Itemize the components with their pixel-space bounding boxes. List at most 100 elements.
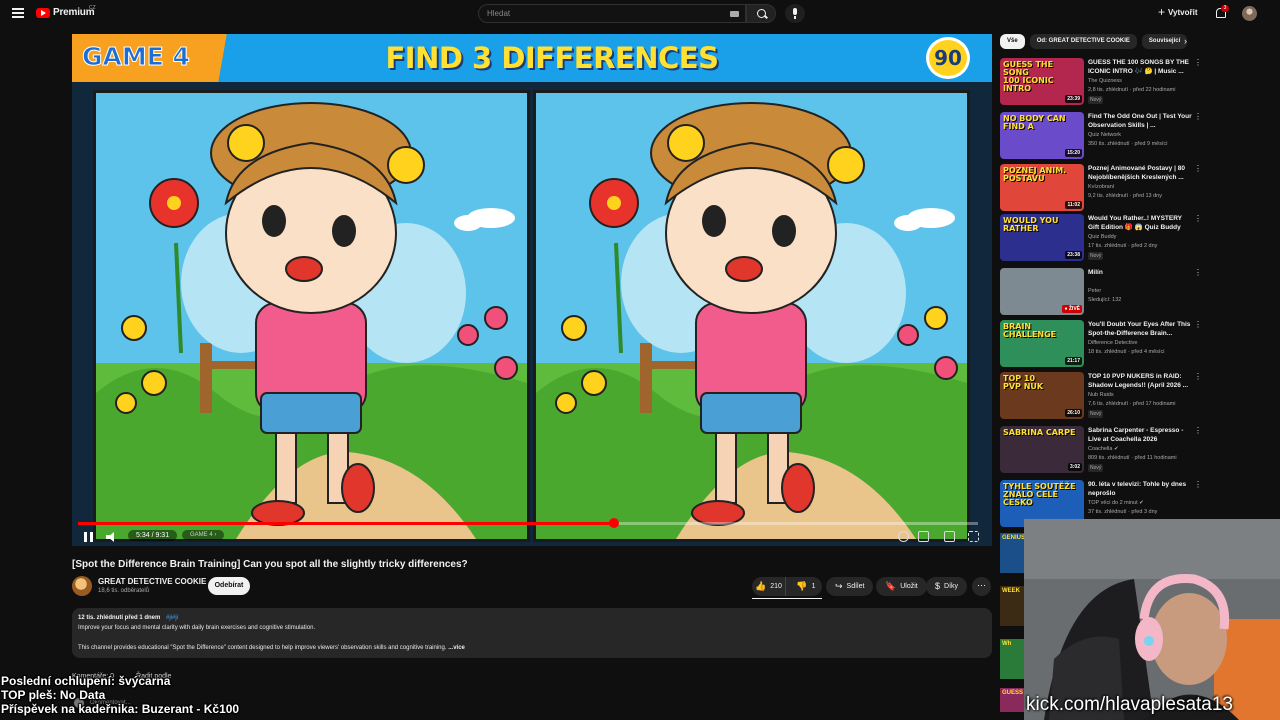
list-item[interactable]: GUESS [1000,688,1024,712]
channel-name[interactable]: Peter [1088,288,1101,294]
video-title-link[interactable]: 90. léta v televizi: Tohle by dnes nepro… [1088,480,1192,498]
chip-related[interactable]: Související [1141,34,1188,49]
list-item[interactable]: POZNEJ ANIM. POSTAVU 11:02 Poznej Animovan… [1000,164,1202,214]
thanks-label: Díky [944,583,959,590]
video-thumbnail[interactable]: WOULD YOU RATHER 23:38 [1000,214,1084,261]
video-thumbnail[interactable]: GUESS THE SONG 100 ICONIC INTRO 23:39 [1000,58,1084,105]
video-title-link[interactable]: Sabrina Carpenter - Espresso - Live at C… [1088,426,1192,444]
list-item[interactable]: WOULD YOU RATHER 23:38 Would You Rather..!… [1000,214,1202,264]
search-button[interactable] [746,4,776,23]
more-options-icon[interactable]: ⋮ [1194,268,1202,277]
youtube-logo[interactable]: Premium [36,7,95,18]
search-input[interactable]: Hledat [478,4,746,23]
channel-name[interactable]: GREAT DETECTIVE COOKIE [98,577,206,586]
plus-icon: + [1158,5,1166,19]
video-meta: 37 tis. zhlédnutí · před 3 dny [1088,509,1158,515]
chip-all[interactable]: Vše [1000,34,1025,49]
chip-from-channel[interactable]: Od: GREAT DETECTIVE COOKIE [1029,34,1137,49]
list-item[interactable]: Wh [1000,639,1024,679]
new-badge: Nový [1088,410,1104,418]
thumbnail-text: TYHLE SOUTĚŽE ZNALO CELÉ ČESKO [1003,482,1076,507]
channel-name[interactable]: Quiz Buddy [1088,234,1116,240]
channel-name[interactable]: Coachella ✔ [1088,446,1119,452]
channel-avatar[interactable] [72,576,92,596]
list-item[interactable]: WEEK [1000,586,1024,626]
dislike-button[interactable]: 👎 1 [790,582,822,591]
more-options-icon[interactable]: ⋮ [1194,320,1202,329]
more-options-icon[interactable]: ⋮ [1194,372,1202,381]
video-title-link[interactable]: Find The Odd One Out | Test Your Observa… [1088,112,1192,130]
channel-name[interactable]: The Quizness [1088,78,1122,84]
more-options-icon[interactable]: ⋮ [1194,58,1202,67]
chevron-right-icon[interactable]: › [1184,36,1187,46]
like-count: 210 [770,583,782,590]
description-box[interactable]: 12 tis. zhlédnutí před 1 dnem #ji#ji Imp… [72,608,992,658]
channel-name[interactable]: Quiz Network [1088,132,1121,138]
volume-icon[interactable] [106,532,118,542]
share-button[interactable]: ↪ Sdílet [826,577,874,596]
list-item[interactable]: GENIUS [1000,533,1024,573]
keyboard-icon[interactable] [730,11,739,17]
channel-name[interactable]: TOP věci do 2 minut ✔ [1088,500,1144,506]
description-hashtag[interactable]: #ji#ji [166,615,178,621]
more-actions-button[interactable]: ⋯ [972,577,991,596]
video-title-link[interactable]: TOP 10 PVP NUKERS in RAID: Shadow Legend… [1088,372,1192,390]
video-thumbnail[interactable]: BRAIN CHALLENGE 21:17 [1000,320,1084,367]
theater-mode-icon[interactable] [944,531,955,542]
save-button[interactable]: 🔖 Uložit [876,577,927,596]
more-options-icon[interactable]: ⋮ [1194,426,1202,435]
list-item[interactable]: GUESS THE SONG 100 ICONIC INTRO 23:39 GUES… [1000,58,1202,108]
overlay-line: Příspěvek na kadeřnika: Buzerant - Kč100 [1,702,240,716]
list-item[interactable]: SABRINA CARPE 3:02 Sabrina Carpenter - Esp… [1000,426,1202,476]
video-title-link[interactable]: You'll Doubt Your Eyes After This Spot-t… [1088,320,1192,338]
more-options-icon[interactable]: ⋮ [1194,164,1202,173]
like-underline [752,598,822,599]
video-title-link[interactable]: Milín [1088,268,1192,277]
more-options-icon[interactable]: ⋮ [1194,214,1202,223]
fullscreen-icon[interactable] [968,531,979,542]
new-badge: Nový [1088,96,1104,104]
video-thumbnail[interactable]: NO BODY CAN FIND A 15:20 [1000,112,1084,159]
list-item[interactable]: NO BODY CAN FIND A 15:20 Find The Odd One … [1000,112,1202,162]
progress-bar[interactable] [78,518,978,528]
create-button[interactable]: + Vytvořit [1158,5,1198,19]
list-item[interactable]: BRAIN CHALLENGE 21:17 You'll Doubt Your Ey… [1000,320,1202,370]
progress-handle[interactable] [608,518,619,528]
video-player[interactable]: GAME 4 FIND 3 DIFFERENCES 90 5:34 / 9:31… [72,34,992,546]
channel-name[interactable]: Kvízobraní [1088,184,1114,190]
video-thumbnail[interactable]: ● ŽIVĚ [1000,268,1084,315]
like-button[interactable]: 👍 210 [752,577,786,596]
thanks-button[interactable]: $ Díky [926,577,968,596]
list-item[interactable]: TOP 10 PVP NUK 26:10 TOP 10 PVP NUKERS in … [1000,372,1202,422]
video-thumbnail[interactable]: SABRINA CARPE 3:02 [1000,426,1084,473]
pause-icon[interactable] [84,532,93,542]
show-more-link[interactable]: ...více [448,645,465,651]
video-title-link[interactable]: GUESS THE 100 SONGS BY THE ICONIC INTRO … [1088,58,1192,76]
thumbnail-text: SABRINA CARPE [1003,428,1076,437]
video-thumbnail[interactable]: TOP 10 PVP NUK 26:10 [1000,372,1084,419]
video-thumbnail[interactable]: POZNEJ ANIM. POSTAVU 11:02 [1000,164,1084,211]
miniplayer-icon[interactable] [918,531,929,542]
chapter-button[interactable]: GAME 4 › [182,530,225,540]
menu-icon[interactable] [12,8,24,18]
channel-name[interactable]: Difference Detective [1088,340,1137,346]
microphone-icon[interactable] [785,4,805,23]
duration-badge: 11:02 [1065,201,1082,209]
views-date: 12 tis. zhlédnutí před 1 dnem [78,615,161,621]
settings-icon[interactable] [898,531,909,542]
save-label: Uložit [900,583,918,590]
video-meta: 350 tis. zhlédnutí · před 9 měsíci [1088,141,1168,147]
avatar[interactable] [1242,6,1257,21]
video-title-link[interactable]: Poznej Animované Postavy | 80 Nejoblíben… [1088,164,1192,182]
description-text: This channel provides educational "Spot … [78,645,447,651]
more-options-icon[interactable]: ⋮ [1194,480,1202,489]
more-options-icon[interactable]: ⋮ [1194,112,1202,121]
live-badge: ● ŽIVĚ [1062,305,1082,313]
subscribe-button[interactable]: Odebírat [208,577,250,595]
notification-badge: 3 [1221,5,1229,12]
channel-name[interactable]: Nub Raids [1088,392,1114,398]
video-title-link[interactable]: Would You Rather..! MYSTERY Gift Edition… [1088,214,1192,232]
share-label: Sdílet [846,583,865,590]
list-item[interactable]: ● ŽIVĚ Milín Peter Sledující: 132 ⋮ [1000,268,1202,318]
thumbnail-text: WOULD YOU RATHER [1003,216,1059,233]
